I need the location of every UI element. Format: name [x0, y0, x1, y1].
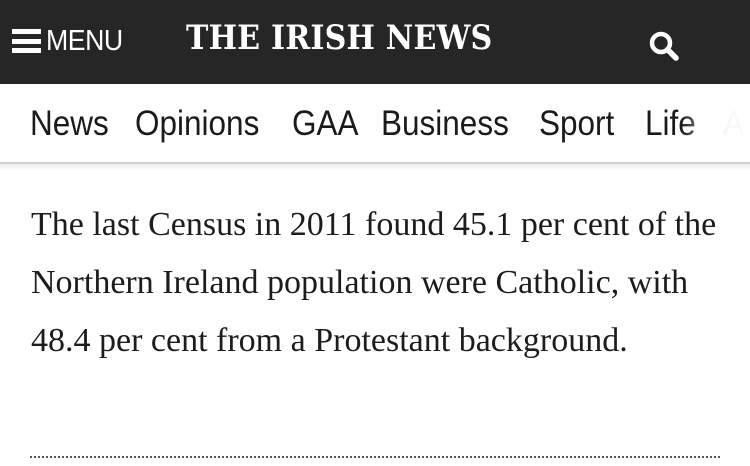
nav-item-life[interactable]: Life	[645, 104, 696, 144]
nav-item-gaa[interactable]: GAA	[292, 104, 359, 144]
article-paragraph: The last Census in 2011 found 45.1 per c…	[31, 206, 717, 359]
menu-label: MENU	[46, 24, 123, 57]
nav-item-truncated[interactable]: A	[723, 104, 744, 144]
site-header: MENU THE IRISH NEWS	[0, 0, 750, 84]
search-icon	[649, 31, 679, 61]
hamburger-icon	[12, 29, 41, 53]
nav-item-business[interactable]: Business	[381, 104, 509, 144]
site-logo[interactable]: THE IRISH NEWS	[186, 18, 492, 58]
search-button[interactable]	[648, 30, 682, 64]
nav-item-news[interactable]: News	[30, 104, 109, 144]
nav-item-opinions[interactable]: Opinions	[135, 104, 259, 144]
nav-shadow	[0, 164, 750, 170]
menu-button[interactable]: MENU	[12, 22, 129, 60]
dotted-divider	[30, 456, 720, 458]
nav-item-sport[interactable]: Sport	[539, 104, 614, 144]
section-nav: News Opinions GAA Business Sport Life A	[0, 84, 750, 164]
